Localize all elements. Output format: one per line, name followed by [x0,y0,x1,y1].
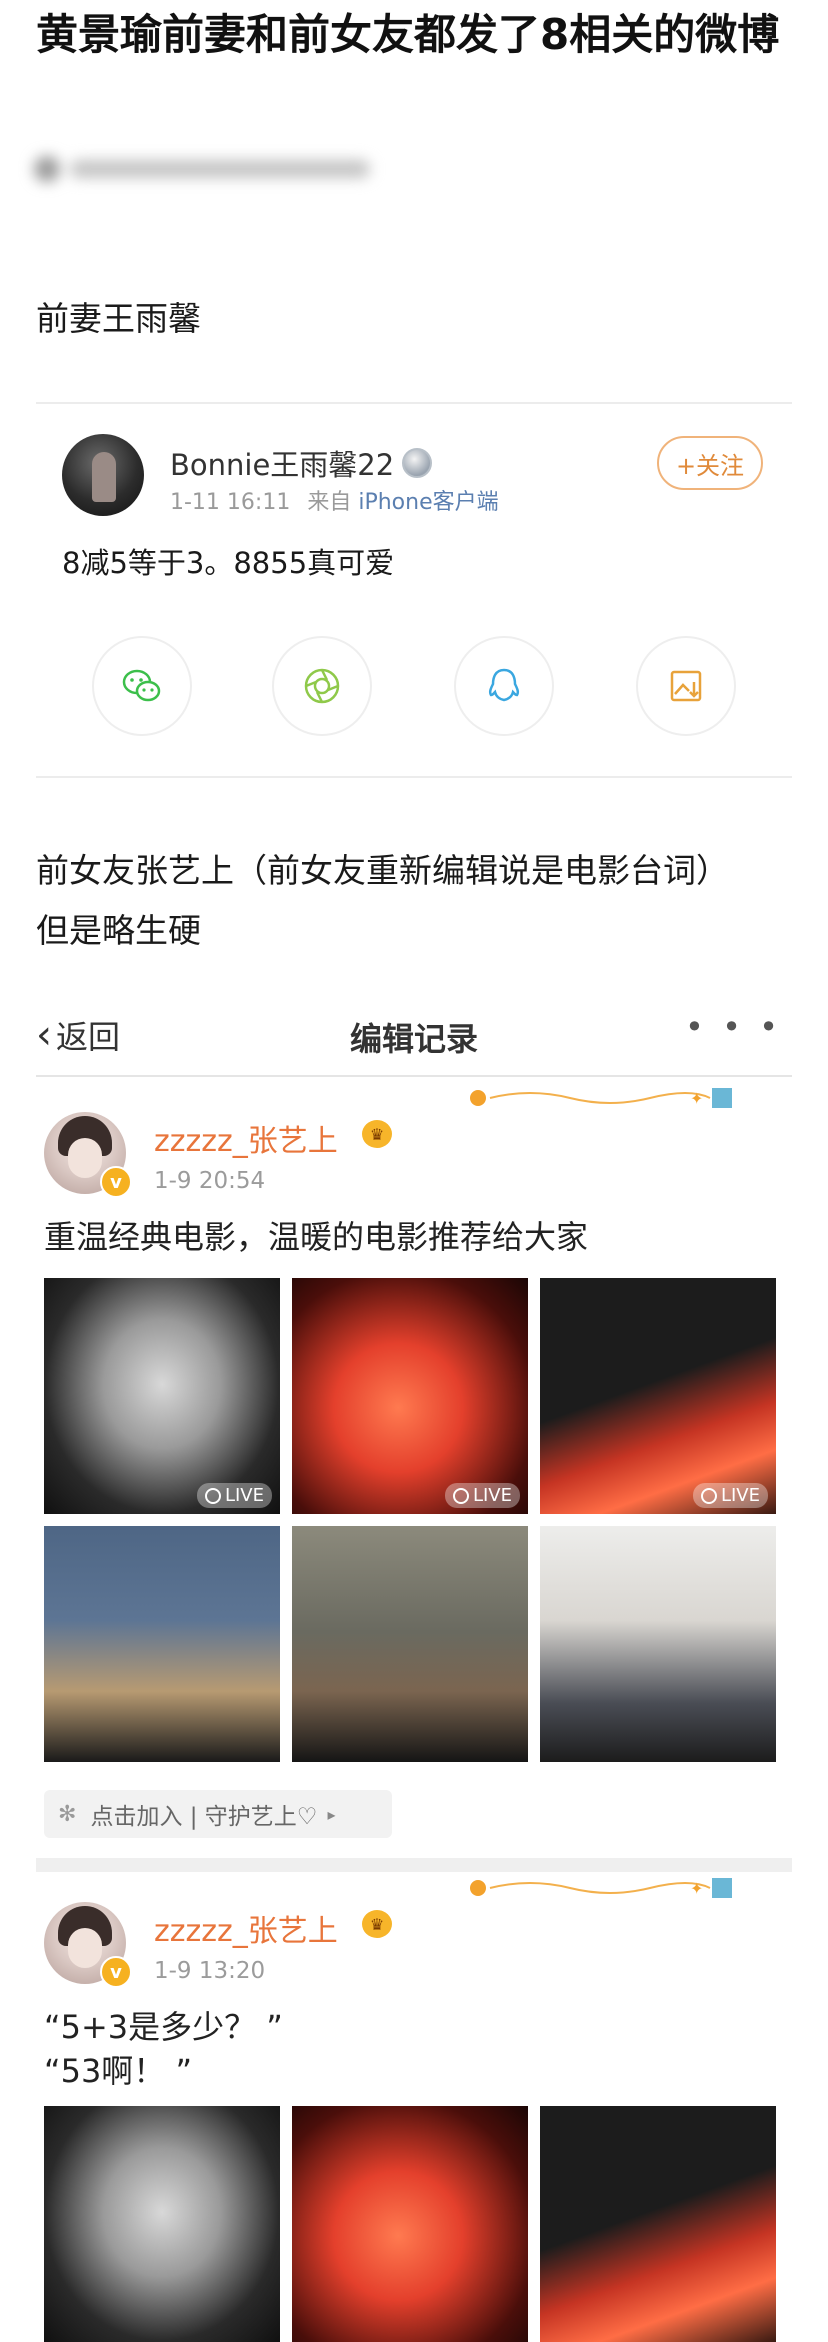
section-heading-ex-girlfriend: 前女友张艺上（前女友重新编辑说是电影台词） [36,851,729,890]
post-text: 重温经典电影，温暖的电影推荐给大家 [44,1218,589,1256]
blurred-author-meta [34,152,394,186]
section-heading-ex-wife: 前妻王雨馨 [36,299,201,338]
source-prefix: 来自 [307,490,352,515]
bonnie-post-meta: 1-11 16:11 来自 iPhone客户端 [170,484,499,516]
chevron-right-icon: ▸ [327,1804,336,1824]
live-badge: LIVE [692,1483,768,1508]
post-separator [36,1858,792,1872]
medal-icon [402,448,432,478]
source-client[interactable]: iPhone客户端 [358,490,498,515]
live-badge: LIVE [196,1483,272,1508]
post-photo[interactable]: LIVE [292,1278,528,1514]
post-photo[interactable] [292,2106,528,2342]
fan-club-bar[interactable]: ✻ 点击加入 | 守护艺上♡ ▸ [44,1790,392,1838]
post-photo[interactable] [44,1526,280,1762]
decoration-strip: ✦ [470,1878,732,1898]
live-badge: LIVE [444,1483,520,1508]
follow-button[interactable]: +关注 [657,436,763,490]
post-photo[interactable] [292,1526,528,1762]
wechat-icon [122,669,161,702]
moments-icon [304,668,340,704]
section-note: 但是略生硬 [36,911,201,950]
decoration-strip: ✦ [470,1088,732,1108]
fan-club-label: 点击加入 | 守护艺上♡ [90,1804,318,1830]
svg-text:✦: ✦ [690,1879,703,1898]
crown-icon: ♛ [362,1120,392,1148]
save-image-icon [670,670,702,702]
crown-icon: ♛ [362,1910,392,1938]
article-title: 黄景瑜前妻和前女友都发了8相关的微博 [36,10,780,59]
flower-icon: ✻ [58,1801,77,1827]
post-text-line2: “53啊！ ” [44,2052,193,2090]
post-text-line1: “5+3是多少？ ” [44,2008,283,2046]
post-photo[interactable]: LIVE [44,1278,280,1514]
zhangyishang-username[interactable]: zzzzz_张艺上 [154,1116,338,1160]
qq-icon [488,668,520,702]
bonnie-post-text: 8减5等于3。8855真可爱 [62,546,395,580]
post-time: 1-9 13:20 [154,1958,266,1984]
post-photo[interactable] [540,1526,776,1762]
share-qq-button[interactable] [454,636,554,736]
bonnie-post-time: 1-11 16:11 [170,490,291,515]
avatar-bonnie[interactable] [62,434,144,516]
svg-text:✦: ✦ [690,1089,703,1108]
bonnie-username[interactable]: Bonnie王雨馨22 [170,442,394,484]
edit-history-nav-bar: ‹ 返回 编辑记录 • • • [36,1000,792,1070]
post-time: 1-9 20:54 [154,1168,266,1194]
divider [36,402,792,404]
zhangyishang-username[interactable]: zzzzz_张艺上 [154,1906,338,1950]
divider [36,1075,792,1077]
nav-title: 编辑记录 [349,1020,478,1058]
verified-icon: v [100,1166,132,1198]
more-button[interactable]: • • • [685,1008,782,1046]
divider [36,776,792,778]
post-photo[interactable] [44,2106,280,2342]
post-photo[interactable] [540,2106,776,2342]
save-image-button[interactable] [636,636,736,736]
share-wechat-button[interactable] [92,636,192,736]
verified-icon: v [100,1956,132,1988]
share-moments-button[interactable] [272,636,372,736]
post-photo[interactable]: LIVE [540,1278,776,1514]
